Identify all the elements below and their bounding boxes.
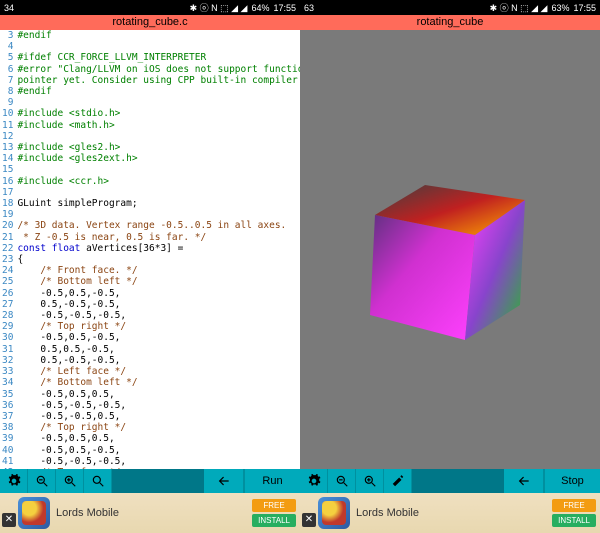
ad-title: Lords Mobile — [356, 507, 546, 519]
stop-button[interactable]: Stop — [544, 469, 600, 493]
zoom-in-button[interactable] — [56, 469, 84, 493]
run-button[interactable]: Run — [244, 469, 300, 493]
right-pane: 63 ✱ ⓞ N ⬚ ◢ ◢ 63% 17:55 rotating_cube — [300, 0, 600, 533]
toolbar-left: Run — [0, 469, 300, 493]
status-icons: ✱ ⓞ N ⬚ ◢ ◢ — [490, 1, 548, 14]
title-bar-left: rotating_cube.c — [0, 15, 300, 30]
status-icons: ✱ ⓞ N ⬚ ◢ ◢ — [190, 1, 248, 14]
line-gutter: 3456789101112131415161718192021222324252… — [0, 30, 17, 469]
status-bar-right: 63 ✱ ⓞ N ⬚ ◢ ◢ 63% 17:55 — [300, 0, 600, 15]
status-indicator: 63 — [304, 3, 314, 13]
zoom-in-button[interactable] — [356, 469, 384, 493]
ad-app-icon[interactable] — [18, 497, 50, 529]
ad-banner-right[interactable]: ✕ Lords Mobile FREE INSTALL — [300, 493, 600, 533]
zoom-out-button[interactable] — [28, 469, 56, 493]
gl-viewport[interactable] — [300, 30, 600, 469]
ad-free-badge: FREE — [552, 499, 596, 512]
rotating-cube — [365, 180, 535, 350]
settings-button[interactable] — [300, 469, 328, 493]
ad-banner-left[interactable]: ✕ Lords Mobile FREE INSTALL — [0, 493, 300, 533]
left-pane: 34 ✱ ⓞ N ⬚ ◢ ◢ 64% 17:55 rotating_cube.c… — [0, 0, 300, 533]
title-bar-right: rotating_cube — [300, 15, 600, 30]
search-button[interactable] — [84, 469, 112, 493]
ad-free-badge: FREE — [252, 499, 296, 512]
clock-text: 17:55 — [273, 3, 296, 13]
battery-text: 64% — [251, 3, 269, 13]
battery-text: 63% — [551, 3, 569, 13]
toolbar-spacer — [112, 469, 204, 493]
status-indicator: 34 — [4, 3, 14, 13]
ad-title: Lords Mobile — [56, 507, 246, 519]
ad-app-icon[interactable] — [318, 497, 350, 529]
code-editor[interactable]: 3456789101112131415161718192021222324252… — [0, 30, 300, 469]
settings-button[interactable] — [0, 469, 28, 493]
ad-install-button[interactable]: INSTALL — [552, 514, 596, 527]
back-button[interactable] — [504, 469, 544, 493]
ad-close-icon[interactable]: ✕ — [302, 513, 316, 527]
status-bar-left: 34 ✱ ⓞ N ⬚ ◢ ◢ 64% 17:55 — [0, 0, 300, 15]
code-content[interactable]: #endif #ifdef CCR_FORCE_LLVM_INTERPRETER… — [17, 30, 300, 469]
toolbar-spacer — [412, 469, 504, 493]
ad-close-icon[interactable]: ✕ — [2, 513, 16, 527]
ad-install-button[interactable]: INSTALL — [252, 514, 296, 527]
back-button[interactable] — [204, 469, 244, 493]
brush-button[interactable] — [384, 469, 412, 493]
zoom-out-button[interactable] — [328, 469, 356, 493]
toolbar-right: Stop — [300, 469, 600, 493]
clock-text: 17:55 — [573, 3, 596, 13]
